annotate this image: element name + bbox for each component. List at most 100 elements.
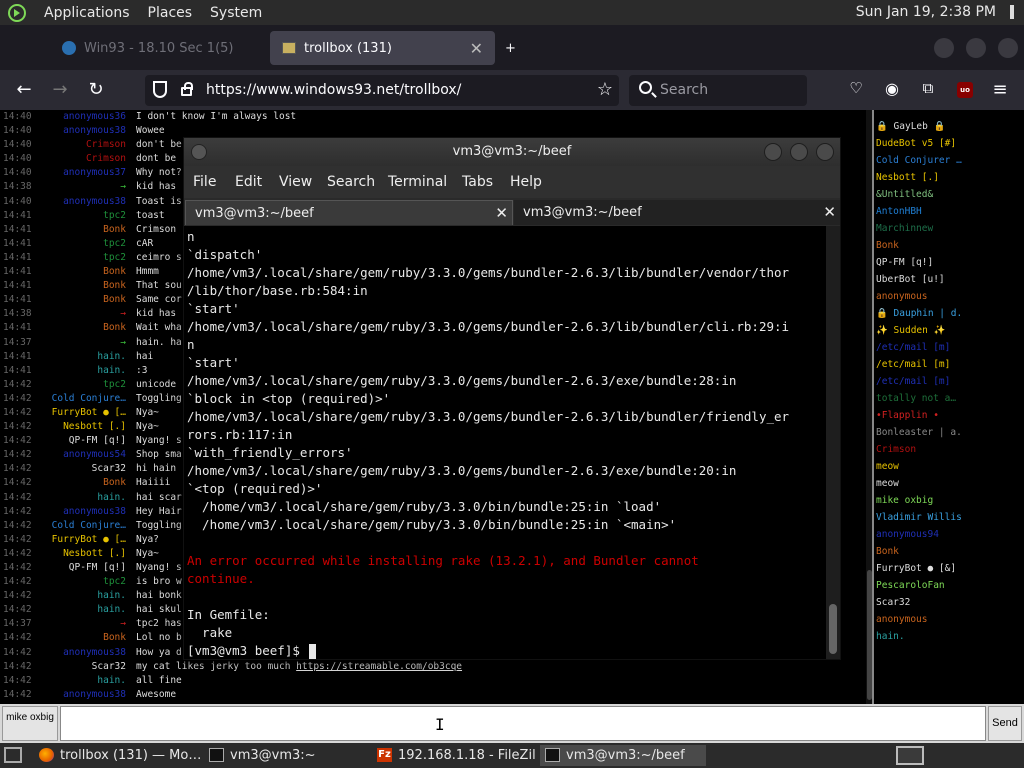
panel-clock[interactable]: Sun Jan 19, 2:38 PM xyxy=(856,4,996,20)
message-nick[interactable]: anonymous38 xyxy=(40,124,126,138)
menu-edit[interactable]: Edit xyxy=(235,174,262,190)
task-terminal-home[interactable]: vm3@vm3:~ xyxy=(204,745,368,766)
terminal-maximize-icon[interactable] xyxy=(790,143,808,161)
user-list-item[interactable]: 🔒 GayLeb 🔒 xyxy=(876,118,1024,135)
user-list-item[interactable]: QP-FM [q!] xyxy=(876,254,1024,271)
user-list-item[interactable]: DudeBot v5 [#] xyxy=(876,135,1024,152)
reload-icon[interactable]: ↻ xyxy=(85,79,107,100)
message-nick[interactable]: Bonk xyxy=(40,265,126,279)
close-tab-icon[interactable]: ✕ xyxy=(495,201,508,226)
close-tab-icon[interactable]: ✕ xyxy=(470,39,483,58)
terminal-titlebar[interactable]: vm3@vm3:~/beef xyxy=(184,138,840,166)
url-text[interactable]: https://www.windows93.net/trollbox/ xyxy=(206,82,461,98)
task-terminal-beef[interactable]: vm3@vm3:~/beef xyxy=(540,745,706,766)
message-nick[interactable]: → xyxy=(40,336,126,350)
message-nick[interactable]: tpc2 xyxy=(40,575,126,589)
user-list-item[interactable]: anonymous xyxy=(876,611,1024,628)
message-nick[interactable]: Crimson xyxy=(40,138,126,152)
message-nick[interactable]: tpc2 xyxy=(40,251,126,265)
terminal-scrollbar[interactable] xyxy=(826,226,840,659)
user-list-item[interactable]: Marchinnew xyxy=(876,220,1024,237)
user-list-item[interactable]: •Flapplin • xyxy=(876,407,1024,424)
user-list-item[interactable]: meow xyxy=(876,475,1024,492)
message-nick[interactable]: Bonk xyxy=(40,321,126,335)
message-nick[interactable]: anonymous37 xyxy=(40,166,126,180)
send-button[interactable]: Send xyxy=(988,706,1022,741)
message-nick[interactable]: anonymous36 xyxy=(40,110,126,124)
message-nick[interactable]: anonymous38 xyxy=(40,505,126,519)
message-nick[interactable]: hain. xyxy=(40,603,126,617)
message-nick[interactable]: Bonk xyxy=(40,223,126,237)
user-list-item[interactable]: /etc/mail [m] xyxy=(876,373,1024,390)
terminal-tab-1[interactable]: vm3@vm3:~/beef ✕ xyxy=(185,200,513,225)
window-menu-icon[interactable] xyxy=(191,144,207,160)
back-arrow-icon[interactable]: ← xyxy=(13,79,35,100)
task-firefox[interactable]: trollbox (131) — Mo… xyxy=(34,745,200,766)
message-nick[interactable]: Scar32 xyxy=(40,660,126,674)
message-nick[interactable]: → xyxy=(40,180,126,194)
browser-tab-win93[interactable]: Win93 - 18.10 Sec 1(5) xyxy=(50,31,260,65)
user-list-item[interactable]: AntonHBH xyxy=(876,203,1024,220)
message-nick[interactable]: FurryBot ● [… xyxy=(40,406,126,420)
user-list-item[interactable]: FurryBot ● [&] xyxy=(876,560,1024,577)
account-icon[interactable]: ◉ xyxy=(881,79,903,98)
user-list-item[interactable]: Scar32 xyxy=(876,594,1024,611)
new-tab-icon[interactable]: + xyxy=(505,31,525,65)
bookmark-star-icon[interactable]: ☆ xyxy=(597,79,613,100)
close-tab-icon[interactable]: ✕ xyxy=(823,200,836,225)
hamburger-menu-icon[interactable]: ≡ xyxy=(989,79,1011,100)
user-list-item[interactable]: Crimson xyxy=(876,441,1024,458)
browser-tab-trollbox[interactable]: trollbox (131) ✕ xyxy=(270,31,495,65)
user-list-item[interactable]: mike oxbig xyxy=(876,492,1024,509)
lock-icon[interactable] xyxy=(181,82,193,96)
user-list-item[interactable]: ✨ Sudden ✨ xyxy=(876,322,1024,339)
terminal-minimize-icon[interactable] xyxy=(764,143,782,161)
user-list-item[interactable]: hain. xyxy=(876,628,1024,645)
user-list-item[interactable]: /etc/mail [m] xyxy=(876,356,1024,373)
user-list-item[interactable]: anonymous94 xyxy=(876,526,1024,543)
message-nick[interactable]: hain. xyxy=(40,589,126,603)
user-list-item[interactable]: Vladimir Willis xyxy=(876,509,1024,526)
applications-menu[interactable]: Applications xyxy=(44,5,130,21)
user-list-item[interactable]: UberBot [u!] xyxy=(876,271,1024,288)
message-nick[interactable]: Cold Conjure… xyxy=(40,519,126,533)
message-nick[interactable]: anonymous54 xyxy=(40,448,126,462)
menu-tabs[interactable]: Tabs xyxy=(462,174,493,190)
system-menu[interactable]: System xyxy=(210,5,262,21)
message-nick[interactable]: tpc2 xyxy=(40,209,126,223)
ublock-icon[interactable]: uo xyxy=(957,82,973,98)
message-nick[interactable]: anonymous38 xyxy=(40,688,126,702)
message-nick[interactable]: Bonk xyxy=(40,476,126,490)
user-list-item[interactable]: meow xyxy=(876,458,1024,475)
message-nick[interactable]: anonymous38 xyxy=(40,646,126,660)
forward-arrow-icon[interactable]: → xyxy=(49,79,71,100)
menu-view[interactable]: View xyxy=(279,174,312,190)
show-desktop-icon[interactable] xyxy=(4,747,22,763)
task-filezilla[interactable]: Fz 192.168.1.18 - FileZilla xyxy=(372,745,536,766)
terminal-output[interactable]: n `dispatch' /home/vm3/.local/share/gem/ru… xyxy=(184,226,826,659)
user-list-item[interactable]: PescaroloFan xyxy=(876,577,1024,594)
user-list-item[interactable]: Bonk xyxy=(876,237,1024,254)
message-nick[interactable]: Nesbott [.] xyxy=(40,420,126,434)
user-list-item[interactable]: Nesbott [.] xyxy=(876,169,1024,186)
close-window-icon[interactable] xyxy=(998,38,1018,58)
message-nick[interactable]: Cold Conjure… xyxy=(40,392,126,406)
message-nick[interactable]: QP-FM [q!] xyxy=(40,434,126,448)
message-nick[interactable]: Crimson xyxy=(40,152,126,166)
workspace-switcher[interactable] xyxy=(896,746,924,765)
places-menu[interactable]: Places xyxy=(148,5,193,21)
extensions-icon[interactable]: ⧉ xyxy=(917,79,939,97)
user-list-item[interactable]: anonymous xyxy=(876,288,1024,305)
user-list-item[interactable]: /etc/mail [m] xyxy=(876,339,1024,356)
nickname-button[interactable]: mike oxbig xyxy=(2,706,58,741)
pocket-icon[interactable]: ♡ xyxy=(845,79,867,97)
message-nick[interactable]: Bonk xyxy=(40,293,126,307)
message-nick[interactable]: Bonk xyxy=(40,631,126,645)
message-nick[interactable]: Bonk xyxy=(40,279,126,293)
minimize-window-icon[interactable] xyxy=(934,38,954,58)
message-nick[interactable]: tpc2 xyxy=(40,378,126,392)
terminal-close-icon[interactable] xyxy=(816,143,834,161)
user-list-item[interactable]: Bonk xyxy=(876,543,1024,560)
search-input[interactable]: Search xyxy=(629,75,807,106)
message-nick[interactable]: hain. xyxy=(40,491,126,505)
